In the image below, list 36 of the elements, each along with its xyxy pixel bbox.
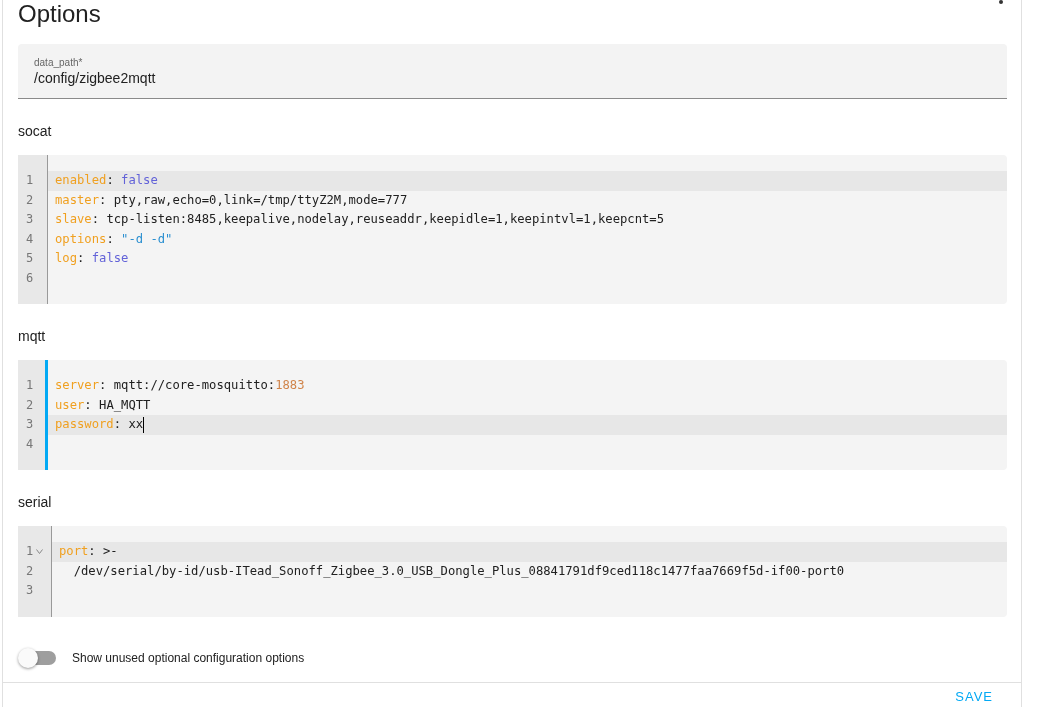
code-line: log: false bbox=[55, 250, 129, 267]
line-number: 1 bbox=[26, 543, 34, 560]
line-number: 5 bbox=[26, 250, 34, 267]
code-editor[interactable]: 1 2 3 port: >- /dev/serial/by-id/usb-ITead_Sonoff_Zigbee_3.0_USB_Dongle_Plus_08841791df9ced118c1477faa7669f5d-if00-port0 bbox=[18, 526, 1007, 617]
line-number: 2 bbox=[26, 396, 34, 414]
toggle-switch[interactable] bbox=[20, 650, 56, 665]
line-number: 4 bbox=[26, 230, 34, 248]
code-editor[interactable]: 1 2 3 4 server: mqtt://core-mosquitto:1883 user: HA_MQTT password: xx bbox=[18, 360, 1007, 470]
code-line: options: "-d -d" bbox=[55, 230, 173, 248]
section-label: mqtt bbox=[18, 328, 47, 344]
data-path-input[interactable]: /config/zigbee2mqtt bbox=[34, 70, 991, 86]
code-line: master: pty,raw,echo=0,link=/tmp/ttyZ2M,mode=777 bbox=[55, 191, 408, 209]
line-number: 4 bbox=[26, 435, 34, 453]
code-line: enabled: false bbox=[55, 172, 158, 189]
section-label: serial bbox=[18, 494, 53, 510]
data-path-field[interactable]: data_path* /config/zigbee2mqtt bbox=[18, 44, 1007, 99]
line-number: 1 bbox=[26, 172, 34, 189]
fold-chevron-icon[interactable] bbox=[36, 549, 44, 555]
line-number: 6 bbox=[26, 269, 34, 287]
code-line: slave: tcp-listen:8485,keepalive,nodelay,reuseaddr,keepidle=1,keepintvl=1,keepcnt=5 bbox=[55, 211, 665, 228]
line-number: 3 bbox=[26, 211, 34, 228]
field-label: data_path* bbox=[34, 57, 84, 68]
page-title: Options bbox=[18, 0, 101, 28]
code-line: user: HA_MQTT bbox=[55, 396, 151, 414]
toggle-label: Show unused optional configuration options bbox=[72, 650, 305, 665]
code-line: port: >- bbox=[59, 543, 118, 560]
code-line: password: xx bbox=[55, 416, 144, 433]
line-number: 3 bbox=[26, 582, 34, 599]
code-editor[interactable]: 1 2 3 4 5 6 enabled: false master: pty,raw,echo=0,link=/tmp/ttyZ2M,mode=777 slave: tcp-listen:8485,keepalive,nodelay,reuseaddr,keepidle=1,keepintvl=1,keepcnt=5 options: "-d -d" log: false bbox=[18, 155, 1007, 304]
section-label: socat bbox=[18, 123, 53, 139]
code-line: server: mqtt://core-mosquitto:1883 bbox=[55, 377, 305, 394]
code-line: /dev/serial/by-id/usb-ITead_Sonoff_Zigbee_3.0_USB_Dongle_Plus_08841791df9ced118c1477faa7669f5d-if00-port0 bbox=[72, 562, 845, 580]
line-number: 2 bbox=[26, 191, 34, 209]
line-number: 1 bbox=[26, 377, 34, 394]
line-number: 3 bbox=[26, 416, 34, 433]
line-number: 2 bbox=[26, 562, 34, 580]
